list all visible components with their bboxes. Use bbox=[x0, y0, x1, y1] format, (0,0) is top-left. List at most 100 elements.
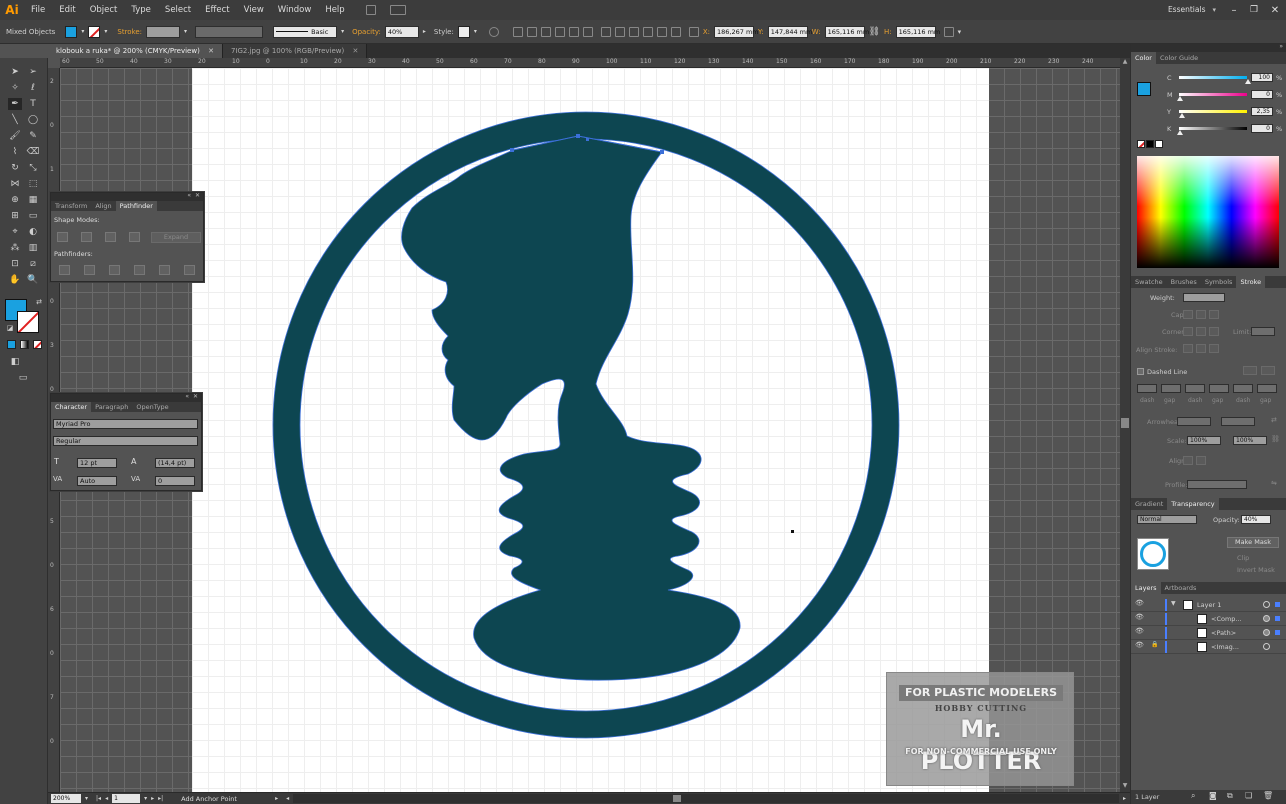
align-left-icon[interactable] bbox=[512, 26, 523, 37]
chevron-down-icon[interactable]: ▾ bbox=[341, 28, 344, 35]
tab-swatches[interactable]: Swatche bbox=[1131, 276, 1167, 288]
distribute-right-icon[interactable] bbox=[670, 26, 681, 37]
tab-document-1[interactable]: klobouk a ruka* @ 200% (CMYK/Preview) ✕ bbox=[48, 44, 223, 58]
align-middle-icon[interactable] bbox=[568, 26, 579, 37]
tab-stroke[interactable]: Stroke bbox=[1236, 276, 1266, 288]
tab-opentype[interactable]: OpenType bbox=[132, 402, 172, 412]
tab-color[interactable]: Color bbox=[1131, 52, 1156, 64]
close-icon[interactable]: ✕ bbox=[193, 393, 198, 400]
artboard-number-field[interactable]: 1 bbox=[112, 794, 141, 803]
tab-character[interactable]: Character bbox=[51, 402, 92, 412]
exclude-icon[interactable] bbox=[129, 232, 140, 242]
transform-icon[interactable] bbox=[943, 26, 954, 37]
swap-fill-stroke-icon[interactable]: ⇄ bbox=[32, 296, 46, 308]
vertical-scrollbar[interactable]: ▲ ▼ bbox=[1120, 58, 1130, 792]
dash-gap-field[interactable] bbox=[1185, 384, 1205, 393]
stroke-swatch[interactable] bbox=[88, 25, 101, 38]
leading-field[interactable]: (14,4 pt) bbox=[155, 458, 195, 468]
weight-field[interactable] bbox=[1183, 293, 1225, 302]
chevron-down-icon[interactable]: ▾ bbox=[81, 28, 84, 35]
selection-tool-icon[interactable]: ➤ bbox=[8, 66, 22, 78]
artwork[interactable] bbox=[192, 68, 989, 792]
hscroll-thumb[interactable] bbox=[673, 795, 682, 802]
column-graph-tool-icon[interactable]: ▥ bbox=[26, 242, 40, 254]
perspective-grid-tool-icon[interactable]: ▦ bbox=[26, 194, 40, 206]
status-menu-icon[interactable]: ▸ bbox=[275, 795, 278, 802]
lock-icon[interactable]: 🔒 bbox=[1151, 641, 1158, 648]
stroke-color-box[interactable] bbox=[17, 311, 39, 333]
dash-gap-field[interactable] bbox=[1137, 384, 1157, 393]
menu-select[interactable]: Select bbox=[158, 0, 198, 20]
chevron-down-icon[interactable]: ▾ bbox=[144, 795, 147, 802]
fill-swatch[interactable] bbox=[65, 25, 78, 38]
close-icon[interactable]: ✕ bbox=[1264, 5, 1286, 16]
channel-slider[interactable] bbox=[1179, 110, 1247, 113]
slice-tool-icon[interactable]: ⧄ bbox=[26, 258, 40, 270]
opacity-field[interactable]: 40% bbox=[384, 25, 419, 38]
none-swatch[interactable] bbox=[1137, 140, 1145, 148]
layer-name[interactable]: <Imag... bbox=[1211, 643, 1239, 651]
distribute-middle-icon[interactable] bbox=[614, 26, 625, 37]
collapse-icon[interactable]: « bbox=[185, 393, 189, 400]
tab-brushes[interactable]: Brushes bbox=[1167, 276, 1201, 288]
expand-button[interactable]: Expand bbox=[151, 232, 201, 243]
dashed-line-checkbox[interactable] bbox=[1137, 368, 1144, 375]
align-inside-stroke-icon[interactable] bbox=[1196, 344, 1206, 353]
bridge-icon[interactable] bbox=[365, 5, 376, 15]
menu-object[interactable]: Object bbox=[83, 0, 125, 20]
chevron-right-icon[interactable]: ▸ bbox=[423, 28, 426, 35]
transparency-thumbnail[interactable] bbox=[1137, 538, 1169, 570]
layer-row[interactable]: 👁 <Path> bbox=[1131, 626, 1286, 640]
crop-icon[interactable] bbox=[134, 265, 145, 275]
panel-header[interactable]: « ✕ bbox=[51, 393, 201, 402]
locate-object-icon[interactable]: ⌕ bbox=[1191, 791, 1195, 801]
projecting-cap-icon[interactable] bbox=[1209, 310, 1219, 319]
h-field[interactable]: 165,116 mm bbox=[895, 25, 940, 38]
miter-join-icon[interactable] bbox=[1183, 327, 1193, 336]
scroll-right-icon[interactable]: ▸ bbox=[1123, 795, 1126, 802]
end-arrowhead-select[interactable] bbox=[1221, 417, 1255, 426]
clip-checkbox[interactable]: Clip bbox=[1237, 554, 1249, 562]
bevel-join-icon[interactable] bbox=[1209, 327, 1219, 336]
minimize-icon[interactable]: – bbox=[1224, 5, 1244, 16]
tab-gradient[interactable]: Gradient bbox=[1131, 498, 1167, 510]
symbol-sprayer-tool-icon[interactable]: ⁂ bbox=[8, 242, 22, 254]
visibility-eye-icon[interactable]: 👁 bbox=[1135, 599, 1144, 607]
target-icon[interactable] bbox=[1263, 601, 1270, 608]
slider-thumb[interactable] bbox=[1179, 113, 1185, 118]
distribute-bottom-icon[interactable] bbox=[628, 26, 639, 37]
collapse-icon[interactable]: « bbox=[187, 192, 191, 199]
divide-icon[interactable] bbox=[59, 265, 70, 275]
none-mode-icon[interactable] bbox=[33, 340, 42, 349]
tab-transform[interactable]: Transform bbox=[51, 201, 91, 211]
graphic-style-swatch[interactable] bbox=[457, 25, 470, 38]
arrow-tip-beyond-icon[interactable] bbox=[1183, 456, 1193, 465]
paintbrush-tool-icon[interactable]: 🖌 bbox=[8, 130, 22, 142]
trim-icon[interactable] bbox=[84, 265, 95, 275]
layer-row[interactable]: 👁 🔒 <Imag... bbox=[1131, 640, 1286, 654]
lasso-tool-icon[interactable]: ℓ bbox=[26, 82, 40, 94]
scale-tool-icon[interactable]: ⤡ bbox=[26, 162, 40, 174]
minus-back-icon[interactable] bbox=[184, 265, 195, 275]
visibility-eye-icon[interactable]: 👁 bbox=[1135, 641, 1144, 649]
zoom-field[interactable]: 200% bbox=[51, 794, 81, 803]
menu-edit[interactable]: Edit bbox=[52, 0, 82, 20]
pencil-tool-icon[interactable]: ✎ bbox=[26, 130, 40, 142]
align-bottom-icon[interactable] bbox=[582, 26, 593, 37]
layer-row[interactable]: 👁 <Comp... bbox=[1131, 612, 1286, 626]
close-icon[interactable]: ✕ bbox=[195, 192, 200, 199]
color-spectrum[interactable] bbox=[1137, 156, 1279, 268]
slider-thumb[interactable] bbox=[1177, 96, 1183, 101]
limit-field[interactable] bbox=[1251, 327, 1275, 336]
horizontal-scrollbar[interactable] bbox=[293, 794, 1119, 803]
stroke-weight-field[interactable] bbox=[146, 25, 181, 38]
channel-slider[interactable] bbox=[1179, 93, 1247, 96]
outline-icon[interactable] bbox=[159, 265, 170, 275]
link-icon[interactable]: ⛓ bbox=[869, 27, 880, 37]
blend-tool-icon[interactable]: ◐ bbox=[26, 226, 40, 238]
preserve-dash-icon[interactable] bbox=[1243, 366, 1257, 375]
selection-indicator[interactable] bbox=[1275, 616, 1280, 621]
opacity-field[interactable]: 40% bbox=[1241, 515, 1271, 524]
magic-wand-tool-icon[interactable]: ✧ bbox=[8, 82, 22, 94]
gradient-mode-icon[interactable] bbox=[20, 340, 29, 349]
